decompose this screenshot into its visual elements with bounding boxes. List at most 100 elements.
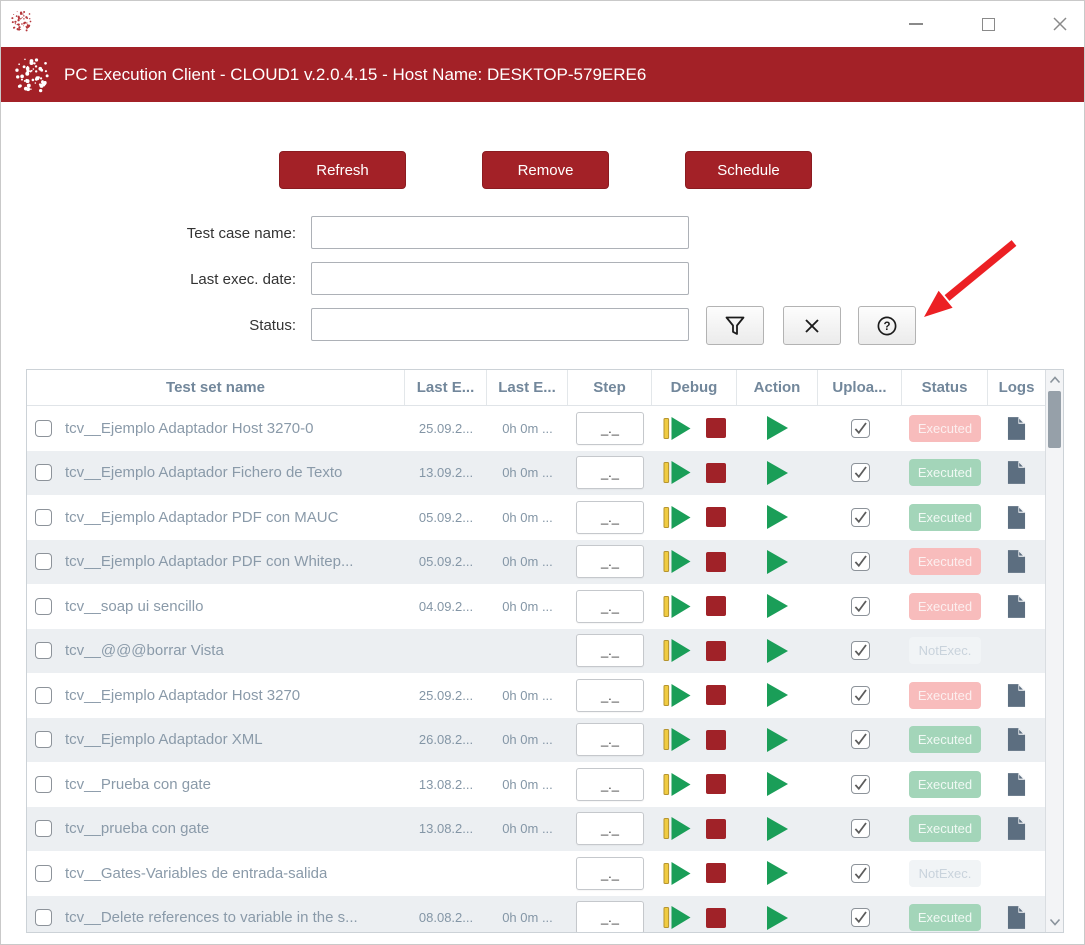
col-last-exec-duration[interactable]: Last E...: [487, 370, 568, 405]
run-button[interactable]: [767, 416, 789, 440]
maximize-button[interactable]: [978, 14, 998, 34]
scroll-down-button[interactable]: [1046, 913, 1063, 931]
debug-run-button[interactable]: [663, 817, 692, 840]
schedule-button[interactable]: Schedule: [685, 151, 812, 189]
step-input[interactable]: [576, 723, 644, 756]
row-select-checkbox[interactable]: [35, 420, 52, 437]
minimize-button[interactable]: [906, 14, 926, 34]
stop-button[interactable]: [706, 641, 726, 661]
debug-run-button[interactable]: [663, 595, 692, 618]
debug-run-button[interactable]: [663, 461, 692, 484]
debug-run-button[interactable]: [663, 506, 692, 529]
vertical-scrollbar[interactable]: [1045, 370, 1063, 932]
run-button[interactable]: [767, 817, 789, 841]
upload-checkbox[interactable]: [851, 463, 870, 482]
row-select-checkbox[interactable]: [35, 464, 52, 481]
logs-icon[interactable]: [1007, 817, 1026, 840]
col-debug[interactable]: Debug: [652, 370, 737, 405]
run-button[interactable]: [767, 683, 789, 707]
debug-run-button[interactable]: [663, 639, 692, 662]
stop-button[interactable]: [706, 774, 726, 794]
stop-button[interactable]: [706, 730, 726, 750]
step-input[interactable]: [576, 412, 644, 445]
upload-checkbox[interactable]: [851, 775, 870, 794]
row-select-checkbox[interactable]: [35, 865, 52, 882]
row-select-checkbox[interactable]: [35, 642, 52, 659]
stop-button[interactable]: [706, 863, 726, 883]
stop-button[interactable]: [706, 819, 726, 839]
step-input[interactable]: [576, 590, 644, 623]
col-last-exec-date[interactable]: Last E...: [405, 370, 487, 405]
run-button[interactable]: [767, 728, 789, 752]
step-input[interactable]: [576, 501, 644, 534]
run-button[interactable]: [767, 594, 789, 618]
step-input[interactable]: [576, 679, 644, 712]
col-logs[interactable]: Logs: [988, 370, 1045, 405]
row-select-checkbox[interactable]: [35, 731, 52, 748]
stop-button[interactable]: [706, 596, 726, 616]
step-input[interactable]: [576, 812, 644, 845]
logs-icon[interactable]: [1007, 773, 1026, 796]
status-input[interactable]: [311, 308, 689, 341]
stop-button[interactable]: [706, 507, 726, 527]
upload-checkbox[interactable]: [851, 597, 870, 616]
step-input[interactable]: [576, 857, 644, 890]
col-upload[interactable]: Uploa...: [818, 370, 902, 405]
logs-icon[interactable]: [1007, 506, 1026, 529]
debug-run-button[interactable]: [663, 773, 692, 796]
run-button[interactable]: [767, 550, 789, 574]
debug-run-button[interactable]: [663, 684, 692, 707]
logs-icon[interactable]: [1007, 595, 1026, 618]
logs-icon[interactable]: [1007, 461, 1026, 484]
upload-checkbox[interactable]: [851, 686, 870, 705]
test-case-name-input[interactable]: [311, 216, 689, 249]
step-input[interactable]: [576, 901, 644, 932]
help-button[interactable]: ?: [858, 306, 916, 345]
debug-run-button[interactable]: [663, 906, 692, 929]
stop-button[interactable]: [706, 418, 726, 438]
stop-button[interactable]: [706, 552, 726, 572]
row-select-checkbox[interactable]: [35, 553, 52, 570]
debug-run-button[interactable]: [663, 550, 692, 573]
col-step[interactable]: Step: [568, 370, 652, 405]
stop-button[interactable]: [706, 685, 726, 705]
run-button[interactable]: [767, 639, 789, 663]
refresh-button[interactable]: Refresh: [279, 151, 406, 189]
upload-checkbox[interactable]: [851, 641, 870, 660]
row-select-checkbox[interactable]: [35, 909, 52, 926]
debug-run-button[interactable]: [663, 728, 692, 751]
step-input[interactable]: [576, 545, 644, 578]
remove-button[interactable]: Remove: [482, 151, 609, 189]
row-select-checkbox[interactable]: [35, 598, 52, 615]
logs-icon[interactable]: [1007, 417, 1026, 440]
col-action[interactable]: Action: [737, 370, 818, 405]
upload-checkbox[interactable]: [851, 552, 870, 571]
row-select-checkbox[interactable]: [35, 509, 52, 526]
step-input[interactable]: [576, 634, 644, 667]
scroll-up-button[interactable]: [1046, 371, 1063, 389]
logs-icon[interactable]: [1007, 684, 1026, 707]
logs-icon[interactable]: [1007, 728, 1026, 751]
step-input[interactable]: [576, 768, 644, 801]
upload-checkbox[interactable]: [851, 908, 870, 927]
upload-checkbox[interactable]: [851, 419, 870, 438]
upload-checkbox[interactable]: [851, 864, 870, 883]
step-input[interactable]: [576, 456, 644, 489]
run-button[interactable]: [767, 461, 789, 485]
row-select-checkbox[interactable]: [35, 687, 52, 704]
stop-button[interactable]: [706, 908, 726, 928]
logs-icon[interactable]: [1007, 906, 1026, 929]
run-button[interactable]: [767, 861, 789, 885]
col-status[interactable]: Status: [902, 370, 988, 405]
clear-filter-button[interactable]: [783, 306, 841, 345]
stop-button[interactable]: [706, 463, 726, 483]
run-button[interactable]: [767, 772, 789, 796]
debug-run-button[interactable]: [663, 417, 692, 440]
apply-filter-button[interactable]: [706, 306, 764, 345]
upload-checkbox[interactable]: [851, 730, 870, 749]
col-test-set-name[interactable]: Test set name: [27, 370, 405, 405]
logs-icon[interactable]: [1007, 550, 1026, 573]
debug-run-button[interactable]: [663, 862, 692, 885]
row-select-checkbox[interactable]: [35, 776, 52, 793]
run-button[interactable]: [767, 505, 789, 529]
